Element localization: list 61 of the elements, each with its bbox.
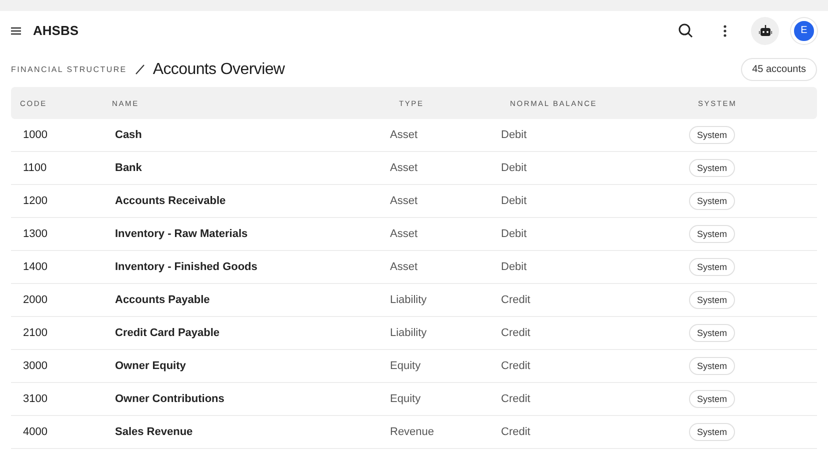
system-tag: System [689,159,736,177]
table-cell-text: Debit [501,228,528,240]
table-cell-text: Credit [501,393,532,405]
table-cell-text: Asset [390,129,419,141]
app-title: AHSBS [33,23,80,38]
system-tag: System [689,324,736,342]
table-cell-text: 2100 [22,327,48,339]
table-cell-text: Liability [390,294,428,306]
robot-icon [758,24,772,36]
table-cell-text: 3100 [22,393,48,405]
system-tag: System [689,423,736,441]
table-cell-text: 3000 [22,360,48,372]
table-cell-text: 4000 [22,426,48,438]
table-cell-text: Debit [501,195,528,207]
table-cell-text: 1300 [22,228,48,240]
system-tag: System [689,225,736,243]
table-cell-text: Credit [501,360,532,372]
robot-button[interactable] [751,16,779,44]
table-cell-text: Accounts Receivable [114,195,227,207]
table-cell-text: Sales Revenue [114,426,194,438]
page-title: Accounts Overview [152,60,286,78]
system-tag: System [689,390,736,408]
system-tag: System [689,291,736,309]
table-cell-text: Equity [390,360,422,372]
table-cell-text: Debit [501,129,528,141]
account-count: 45 accounts [741,58,817,81]
table-cell-text: Owner Contributions [114,393,226,405]
system-tag: System [689,357,736,375]
table-cell-text: Inventory - Finished Goods [114,261,258,273]
table-cell-text: Accounts Payable [114,294,211,306]
table-cell-text: Asset [390,228,419,240]
table-cell-text: 1100 [22,162,48,174]
table-cell-text: 1000 [22,129,48,141]
table-cell-text: Credit [501,426,532,438]
table-cell-text: Credit Card Payable [114,327,221,339]
table-cell-text: Asset [390,195,419,207]
table-cell-text: Bank [114,162,143,174]
user-avatar[interactable]: E [791,18,817,44]
table-cell-text: 1200 [22,195,48,207]
system-tag: System [689,258,736,276]
table-cell-text: Asset [390,261,419,273]
breadcrumb-link[interactable]: FINANCIAL STRUCTURE [11,65,127,74]
slash-icon [134,64,145,75]
search-icon [678,23,692,38]
table-cell-text: Credit [501,327,532,339]
table-cell-text: Cash [114,129,143,141]
table-cell-text: Asset [390,162,419,174]
more-icon [723,24,727,36]
table-cell-text: Equity [390,393,422,405]
table-cell-text: Owner Equity [114,360,187,372]
table-cell-text: Revenue [390,426,436,438]
table-cell-text: Inventory - Raw Materials [114,228,249,240]
table-cell-text: 1400 [22,261,48,273]
system-tag: System [689,192,736,210]
table-cell-text: Liability [390,327,428,339]
table-cell-text: Debit [501,162,528,174]
table-cell-text: Debit [501,261,528,273]
table-cell-text: Credit [501,294,532,306]
table-cell-text: 2000 [22,294,48,306]
menu-icon[interactable] [11,26,21,34]
system-tag: System [689,126,736,144]
